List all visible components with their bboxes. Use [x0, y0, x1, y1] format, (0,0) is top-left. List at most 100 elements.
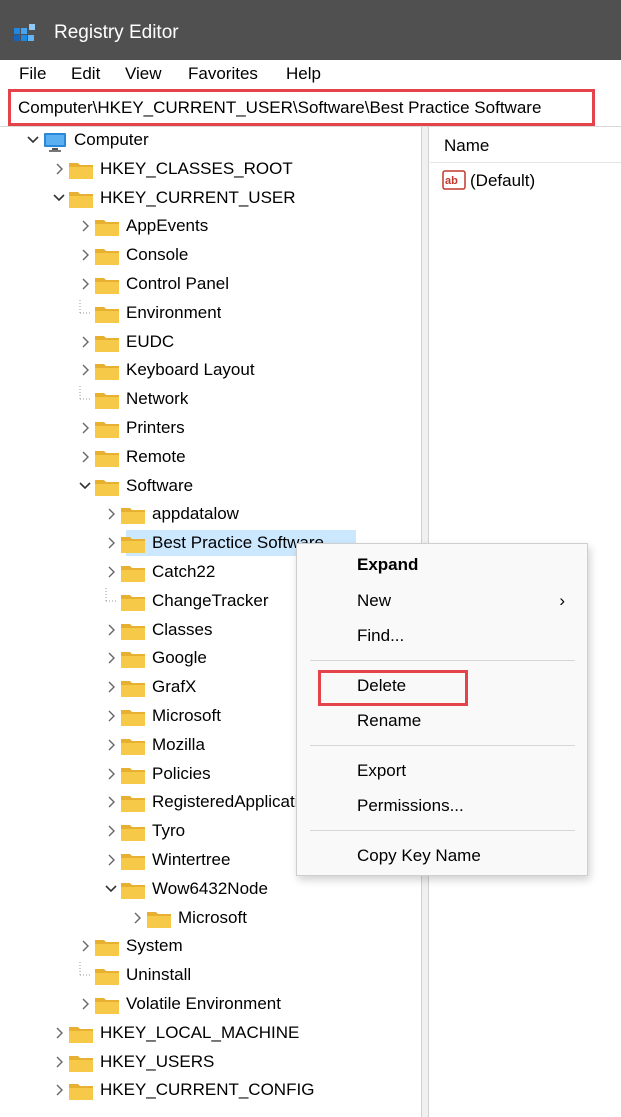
folder-icon: [68, 1081, 94, 1101]
menu-edit[interactable]: Edit: [71, 64, 100, 84]
chevron-right-icon[interactable]: [104, 504, 118, 524]
tree-node[interactable]: System: [0, 933, 421, 959]
chevron-right-icon[interactable]: [78, 274, 92, 294]
tree-connector: [102, 587, 120, 614]
chevron-down-icon[interactable]: [26, 130, 40, 150]
menu-help[interactable]: Help: [286, 64, 321, 84]
tree-node[interactable]: HKEY_LOCAL_MACHINE: [0, 1020, 421, 1046]
tree-node-label: ChangeTracker: [152, 590, 269, 610]
chevron-right-icon[interactable]: [78, 332, 92, 352]
folder-icon: [120, 649, 146, 669]
folder-icon: [94, 304, 120, 324]
tree-node[interactable]: Microsoft: [0, 905, 421, 931]
tree-connector: [76, 386, 94, 412]
tree-node[interactable]: Volatile Environment: [0, 991, 421, 1017]
tree-node[interactable]: Control Panel: [0, 271, 421, 297]
chevron-right-icon[interactable]: [104, 821, 118, 841]
chevron-down-icon[interactable]: [104, 879, 118, 899]
chevron-right-icon[interactable]: [130, 908, 144, 928]
window-title: Registry Editor: [54, 22, 179, 43]
menu-item-new[interactable]: New: [357, 591, 391, 611]
chevron-right-icon[interactable]: [78, 994, 92, 1014]
chevron-right-icon[interactable]: [104, 764, 118, 784]
chevron-right-icon[interactable]: [104, 562, 118, 582]
chevron-right-icon[interactable]: [78, 936, 92, 956]
chevron-right-icon[interactable]: [104, 620, 118, 640]
tree-node[interactable]: HKEY_USERS: [0, 1049, 421, 1075]
delete-highlight-box: [318, 670, 468, 706]
chevron-right-icon[interactable]: [78, 418, 92, 438]
folder-icon: [94, 217, 120, 237]
string-value-icon: ab: [442, 170, 466, 190]
menu-item-permissions[interactable]: Permissions...: [357, 796, 464, 816]
folder-icon: [94, 361, 120, 381]
chevron-right-icon[interactable]: [78, 245, 92, 265]
chevron-down-icon[interactable]: [78, 476, 92, 496]
tree-node-label: Control Panel: [126, 274, 230, 293]
value-name: (Default): [470, 171, 536, 190]
chevron-right-icon[interactable]: [78, 360, 92, 380]
tree-node-label: Wow6432Node: [152, 878, 268, 898]
tree-node[interactable]: appdatalow: [0, 501, 421, 527]
folder-icon: [68, 160, 94, 180]
chevron-right-icon[interactable]: [52, 1052, 66, 1072]
menu-item-export[interactable]: Export: [357, 761, 406, 781]
menu-favorites[interactable]: Favorites: [188, 64, 258, 84]
tree-node[interactable]: Uninstall: [0, 962, 421, 988]
tree-node[interactable]: Network: [0, 386, 421, 412]
tree-node-label: AppEvents: [126, 216, 209, 236]
tree-node[interactable]: HKEY_CLASSES_ROOT: [0, 156, 421, 182]
folder-icon: [120, 678, 146, 698]
menu-item-copy-key-name[interactable]: Copy Key Name: [357, 846, 481, 866]
chevron-right-icon[interactable]: [104, 677, 118, 697]
tree-node[interactable]: Keyboard Layout: [0, 357, 421, 383]
menu-item-find[interactable]: Find...: [357, 626, 404, 646]
tree-node-label: Software: [126, 475, 194, 495]
tree-node-label: Microsoft: [178, 907, 247, 927]
chevron-right-icon[interactable]: [104, 735, 118, 755]
tree-node[interactable]: HKEY_CURRENT_CONFIG: [0, 1077, 421, 1103]
tree-node-label: GrafX: [152, 677, 197, 697]
chevron-down-icon[interactable]: [52, 188, 66, 208]
chevron-right-icon[interactable]: [52, 1023, 66, 1043]
tree-node[interactable]: Computer: [0, 127, 421, 153]
tree-node[interactable]: Console: [0, 242, 421, 268]
tree-node[interactable]: Environment: [0, 299, 421, 326]
folder-icon: [120, 736, 146, 756]
chevron-right-icon[interactable]: [104, 533, 118, 553]
tree-node[interactable]: HKEY_CURRENT_USER: [0, 185, 421, 211]
tree-node-label: Printers: [126, 418, 185, 437]
menu-view[interactable]: View: [125, 64, 162, 84]
folder-icon: [94, 937, 120, 957]
chevron-right-icon[interactable]: [52, 1080, 66, 1100]
chevron-right-icon[interactable]: [104, 850, 118, 870]
svg-text:ab: ab: [445, 175, 458, 187]
tree-node[interactable]: EUDC: [0, 329, 421, 355]
menu-file[interactable]: File: [19, 64, 46, 84]
name-column-header[interactable]: Name: [444, 136, 489, 156]
chevron-right-icon[interactable]: [78, 447, 92, 467]
folder-icon: [94, 966, 120, 986]
menu-item-expand[interactable]: Expand: [357, 555, 418, 575]
chevron-right-icon[interactable]: [52, 159, 66, 179]
chevron-right-icon[interactable]: [104, 706, 118, 726]
chevron-right-icon[interactable]: [104, 792, 118, 812]
tree-node[interactable]: Software: [0, 473, 421, 499]
tree-node[interactable]: Remote: [0, 444, 421, 470]
tree-node[interactable]: Wow6432Node: [0, 876, 421, 902]
folder-icon: [94, 333, 120, 353]
tree-node[interactable]: AppEvents: [0, 213, 421, 239]
tree-node-label: EUDC: [126, 331, 175, 351]
tree-node-label: Catch22: [152, 562, 216, 581]
tree-node[interactable]: Printers: [0, 415, 421, 441]
chevron-right-icon[interactable]: [78, 216, 92, 236]
tree-node-label: Uninstall: [126, 965, 192, 985]
menu-item-rename[interactable]: Rename: [357, 711, 421, 731]
tree-node-label: System: [126, 936, 183, 956]
chevron-right-icon[interactable]: [104, 648, 118, 668]
folder-icon: [120, 851, 146, 871]
folder-icon: [120, 621, 146, 641]
folder-icon: [120, 793, 146, 813]
tree-node-label: Remote: [126, 446, 186, 466]
folder-icon: [120, 592, 146, 612]
